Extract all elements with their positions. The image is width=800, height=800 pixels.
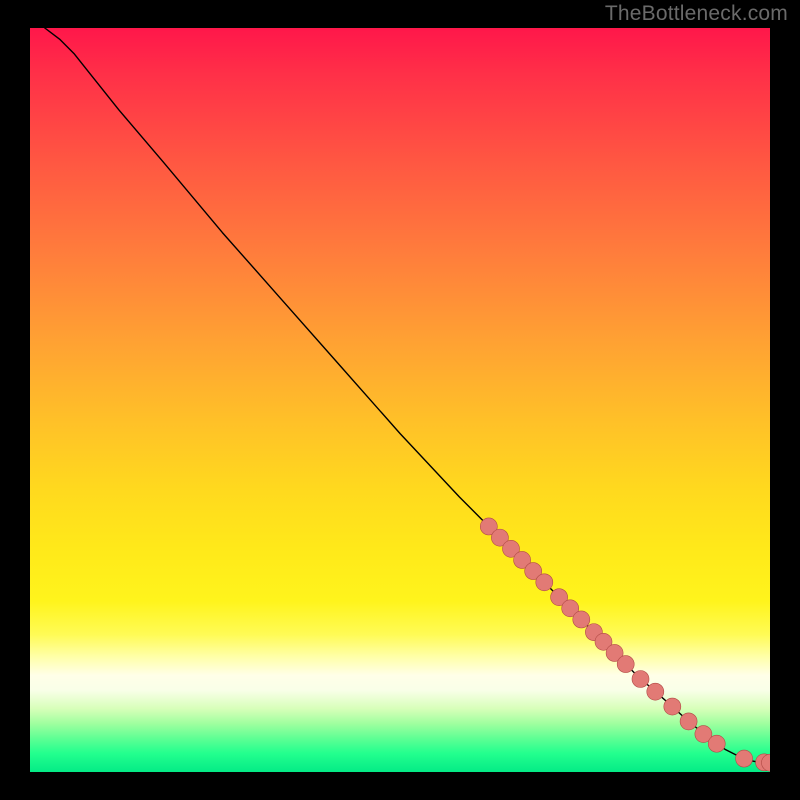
- bottleneck-curve-path: [45, 28, 770, 763]
- curve-dot: [647, 683, 664, 700]
- curve-dots-group: [480, 518, 770, 771]
- plot-area: [30, 28, 770, 772]
- curve-dot: [664, 698, 681, 715]
- chart-frame: TheBottleneck.com: [0, 0, 800, 800]
- curve-dot: [708, 735, 725, 752]
- chart-svg: [30, 28, 770, 772]
- curve-dot: [632, 670, 649, 687]
- curve-dot: [617, 656, 634, 673]
- curve-dot: [573, 611, 590, 628]
- curve-dot: [680, 713, 697, 730]
- curve-dot: [536, 574, 553, 591]
- watermark-text: TheBottleneck.com: [605, 2, 788, 26]
- curve-dot: [736, 750, 753, 767]
